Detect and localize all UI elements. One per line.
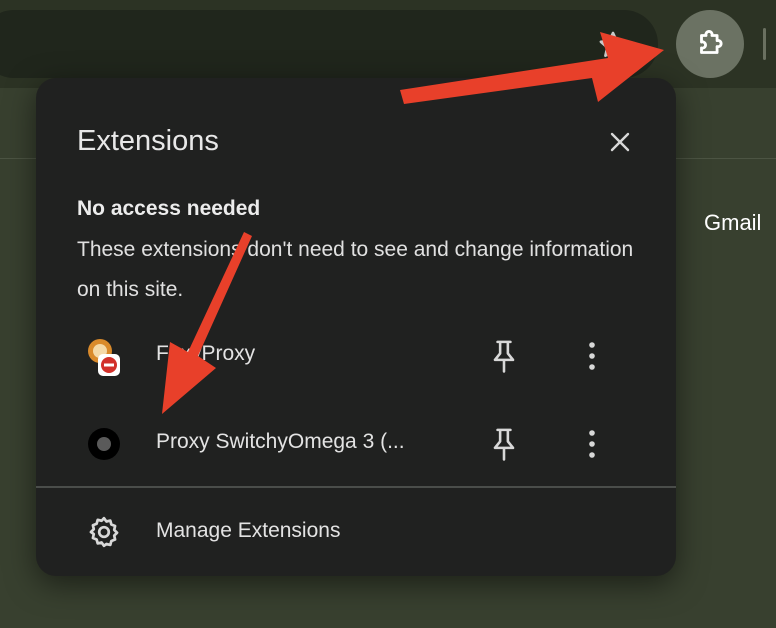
manage-extensions-label: Manage Extensions	[156, 519, 341, 542]
extension-name: Proxy SwitchyOmega 3 (...	[156, 430, 405, 453]
gear-icon	[89, 516, 119, 548]
switchyomega-icon	[88, 428, 120, 460]
close-button[interactable]	[602, 124, 638, 160]
panel-divider	[36, 486, 676, 488]
foxyproxy-icon	[88, 339, 120, 376]
pin-icon[interactable]	[488, 338, 520, 374]
extension-name: FoxyProxy	[156, 342, 256, 365]
section-description: These extensions don't need to see and c…	[77, 238, 634, 301]
close-icon	[610, 132, 630, 152]
browser-toolbar	[0, 0, 776, 88]
manage-extensions-button[interactable]: Manage Extensions	[36, 498, 676, 566]
extension-row-foxyproxy[interactable]: FoxyProxy	[36, 318, 676, 390]
extensions-toolbar-button[interactable]	[676, 10, 744, 78]
toolbar-divider	[763, 28, 766, 60]
panel-title: Extensions	[77, 125, 219, 157]
star-icon[interactable]	[596, 28, 630, 62]
more-vert-icon[interactable]	[580, 426, 604, 462]
extension-row-switchyomega[interactable]: Proxy SwitchyOmega 3 (...	[36, 406, 676, 478]
more-vert-icon[interactable]	[580, 338, 604, 374]
extensions-panel: Extensions No access needed These extens…	[36, 78, 676, 576]
address-bar[interactable]	[0, 10, 658, 78]
puzzle-piece-icon	[700, 30, 723, 54]
pin-icon[interactable]	[488, 426, 520, 462]
gmail-link[interactable]: Gmail	[704, 210, 761, 236]
section-heading: No access needed	[77, 197, 261, 220]
